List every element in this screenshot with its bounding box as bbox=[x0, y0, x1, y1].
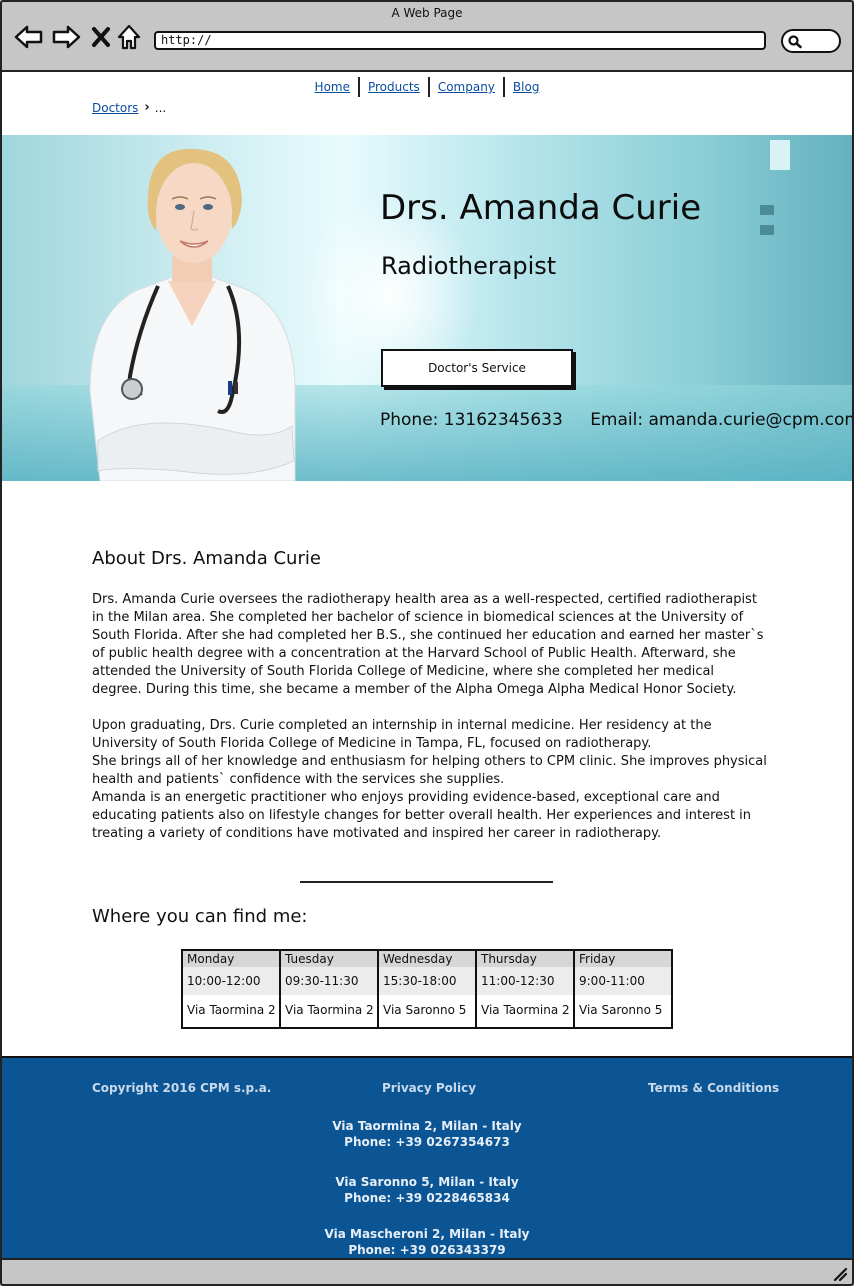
hero-background-panel bbox=[770, 140, 790, 170]
footer-address: Via Taormina 2, Milan - Italy Phone: +39… bbox=[2, 1118, 852, 1150]
window-title: A Web Page bbox=[391, 6, 463, 20]
schedule-column: Thursday 11:00-12:30 Via Taormina 2 bbox=[475, 951, 573, 1027]
doctor-specialty: Radiotherapist bbox=[381, 252, 557, 280]
nav-products-link[interactable]: Products bbox=[360, 80, 428, 94]
schedule-location: Via Saronno 5 bbox=[383, 1003, 467, 1017]
privacy-policy-link[interactable]: Privacy Policy bbox=[382, 1081, 476, 1095]
footer-address-line: Via Mascheroni 2, Milan - Italy bbox=[324, 1227, 530, 1241]
doctor-name-heading: Drs. Amanda Curie bbox=[380, 188, 702, 228]
schedule-day: Wednesday bbox=[379, 951, 475, 967]
url-bar[interactable]: http:// bbox=[154, 31, 766, 50]
resize-grip-icon[interactable] bbox=[832, 1266, 848, 1282]
about-paragraph: Drs. Amanda Curie oversees the radiother… bbox=[92, 592, 764, 697]
breadcrumb-ellipsis: ... bbox=[154, 100, 167, 115]
schedule-column: Tuesday 09:30-11:30 Via Taormina 2 bbox=[279, 951, 377, 1027]
contact-info: Phone: 13162345633 Email: amanda.curie@c… bbox=[380, 410, 854, 430]
schedule-hours: 15:30-18:00 bbox=[379, 967, 475, 995]
schedule-location: Via Taormina 2 bbox=[187, 1003, 276, 1017]
about-paragraph: She brings all of her knowledge and enth… bbox=[92, 754, 767, 787]
forward-arrow-icon[interactable] bbox=[51, 24, 81, 54]
schedule-hours: 10:00-12:00 bbox=[183, 967, 279, 995]
footer-phone-line: Phone: +39 0228465834 bbox=[344, 1191, 510, 1205]
chevron-right-icon: › bbox=[144, 100, 150, 115]
main-nav: Home Products Company Blog bbox=[0, 77, 854, 97]
hero-banner: Drs. Amanda Curie Radiotherapist Doctor'… bbox=[0, 135, 854, 481]
schedule-location: Via Taormina 2 bbox=[285, 1003, 374, 1017]
back-arrow-icon[interactable] bbox=[14, 24, 44, 54]
footer-address: Via Mascheroni 2, Milan - Italy Phone: +… bbox=[2, 1226, 852, 1258]
section-divider bbox=[300, 881, 553, 883]
schedule-column: Friday 9:00-11:00 Via Saronno 5 bbox=[573, 951, 671, 1027]
search-box[interactable] bbox=[781, 29, 841, 53]
search-icon bbox=[788, 35, 802, 49]
breadcrumb-doctors-link[interactable]: Doctors bbox=[92, 101, 138, 115]
schedule-location: Via Taormina 2 bbox=[481, 1003, 570, 1017]
terms-conditions-link[interactable]: Terms & Conditions bbox=[648, 1081, 779, 1095]
footer-address: Via Saronno 5, Milan - Italy Phone: +39 … bbox=[2, 1174, 852, 1206]
footer-address-line: Via Saronno 5, Milan - Italy bbox=[335, 1175, 519, 1189]
footer-address-line: Via Taormina 2, Milan - Italy bbox=[332, 1119, 522, 1133]
schedule-heading: Where you can find me: bbox=[92, 906, 308, 927]
schedule-column: Wednesday 15:30-18:00 Via Saronno 5 bbox=[377, 951, 475, 1027]
about-paragraph: Amanda is an energetic practitioner who … bbox=[92, 790, 752, 841]
about-heading: About Drs. Amanda Curie bbox=[92, 548, 321, 569]
schedule-location: Via Saronno 5 bbox=[579, 1003, 663, 1017]
schedule-hours: 09:30-11:30 bbox=[281, 967, 377, 995]
schedule-hours: 9:00-11:00 bbox=[575, 967, 671, 995]
hero-background-sign bbox=[760, 205, 774, 215]
schedule-day: Thursday bbox=[477, 951, 573, 967]
schedule-table: Monday 10:00-12:00 Via Taormina 2 Tuesda… bbox=[181, 949, 673, 1029]
phone-text: Phone: 13162345633 bbox=[380, 410, 563, 430]
doctors-service-button[interactable]: Doctor's Service bbox=[381, 349, 573, 387]
email-text: Email: amanda.curie@cpm.com bbox=[590, 410, 854, 430]
nav-company-link[interactable]: Company bbox=[430, 80, 503, 94]
breadcrumb: Doctors › ... bbox=[92, 100, 166, 115]
close-icon[interactable] bbox=[91, 26, 111, 52]
hero-background-sign bbox=[760, 225, 774, 235]
schedule-column: Monday 10:00-12:00 Via Taormina 2 bbox=[183, 951, 279, 1027]
nav-home-link[interactable]: Home bbox=[307, 80, 358, 94]
browser-status-bar bbox=[0, 1258, 854, 1286]
browser-toolbar: A Web Page http:// bbox=[0, 0, 854, 72]
schedule-day: Tuesday bbox=[281, 951, 377, 967]
footer-phone-line: Phone: +39 0267354673 bbox=[344, 1135, 510, 1149]
site-footer: Copyright 2016 CPM s.p.a. Privacy Policy… bbox=[2, 1056, 852, 1258]
footer-copyright: Copyright 2016 CPM s.p.a. bbox=[92, 1081, 272, 1095]
about-paragraph: Upon graduating, Drs. Curie completed an… bbox=[92, 718, 712, 751]
footer-phone-line: Phone: +39 026343379 bbox=[348, 1243, 506, 1257]
home-icon[interactable] bbox=[116, 23, 142, 55]
doctor-photo bbox=[89, 148, 296, 481]
schedule-hours: 11:00-12:30 bbox=[477, 967, 573, 995]
schedule-day: Friday bbox=[575, 951, 671, 967]
about-body: Drs. Amanda Curie oversees the radiother… bbox=[92, 591, 767, 843]
nav-blog-link[interactable]: Blog bbox=[505, 80, 548, 94]
schedule-day: Monday bbox=[183, 951, 279, 967]
